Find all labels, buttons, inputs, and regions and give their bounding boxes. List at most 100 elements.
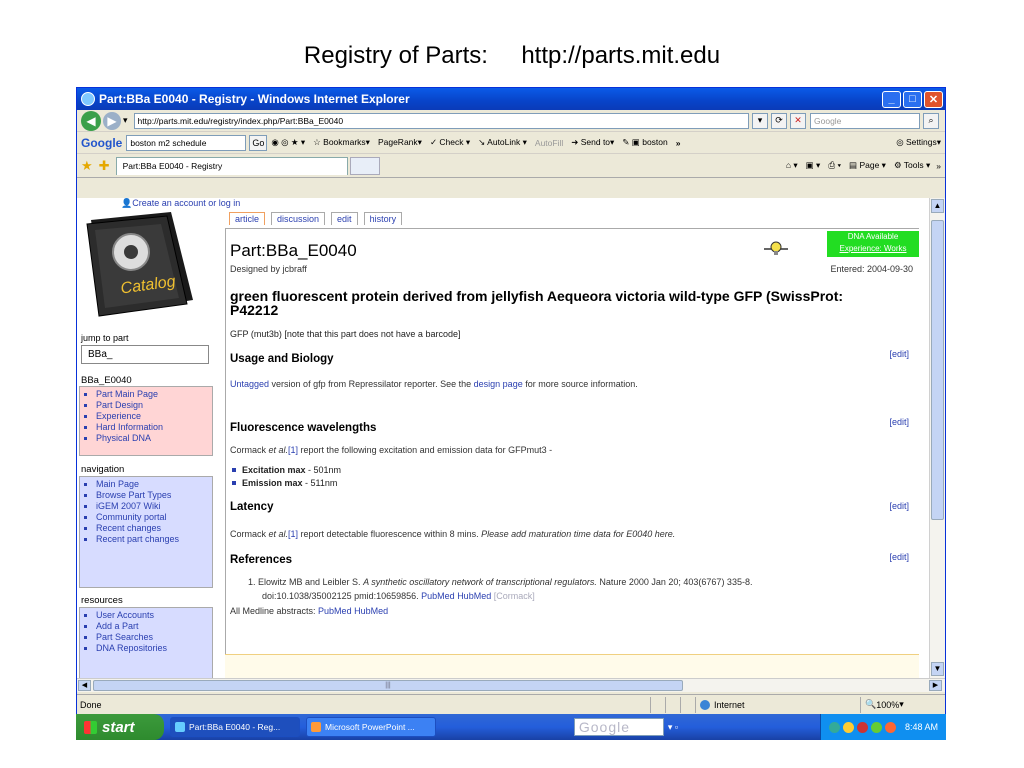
- sendto-button[interactable]: ➜ Send to▾: [571, 137, 614, 148]
- edit-fluorescence-link[interactable]: [edit]: [889, 417, 909, 427]
- res-add-part[interactable]: Add a Part: [96, 621, 208, 632]
- google-search-value: boston m2 schedule: [130, 137, 207, 148]
- powerpoint-icon: [311, 722, 321, 732]
- tray-shield-icon[interactable]: [842, 721, 854, 733]
- resources-box: User Accounts Add a Part Part Searches D…: [79, 607, 213, 678]
- fluorescence-text: Cormack et al.[1] report the following e…: [230, 445, 553, 455]
- browser-tab-active[interactable]: Part:BBa E0040 - Registry: [115, 156, 348, 175]
- tray-firefox-icon[interactable]: [884, 721, 896, 733]
- more-button[interactable]: »: [676, 138, 681, 148]
- edit-latency-link[interactable]: [edit]: [889, 501, 909, 511]
- close-button[interactable]: ✕: [924, 90, 943, 108]
- tab-article[interactable]: article: [229, 212, 266, 225]
- scroll-down-arrow[interactable]: ▼: [931, 662, 944, 676]
- maximize-button[interactable]: □: [903, 90, 922, 108]
- sidebar-part-design[interactable]: Part Design: [96, 400, 208, 411]
- edit-references-link[interactable]: [edit]: [889, 552, 909, 562]
- forward-button[interactable]: ▶: [103, 111, 121, 130]
- nav-recent-part-changes[interactable]: Recent part changes: [96, 534, 208, 545]
- page-content: 👤Create an account or log in Catalog jum…: [77, 198, 929, 678]
- tab-history[interactable]: history: [363, 212, 403, 225]
- clock: 8:48 AM: [904, 722, 938, 732]
- google-search-field[interactable]: boston m2 schedule: [126, 134, 247, 151]
- nav-browse-part-types[interactable]: Browse Part Types: [96, 490, 208, 501]
- catalog-book-logo[interactable]: Catalog: [83, 210, 198, 318]
- taskbar-powerpoint[interactable]: Microsoft PowerPoint ...: [306, 717, 436, 737]
- search-input[interactable]: Google: [810, 112, 920, 129]
- tools-menu[interactable]: ⚙ Tools ▾: [894, 160, 930, 171]
- bookmarks-button[interactable]: ☆ Bookmarks▾: [313, 137, 370, 148]
- res-part-searches[interactable]: Part Searches: [96, 632, 208, 643]
- ref-cormack-link[interactable]: [Cormack]: [494, 591, 535, 601]
- boston-button[interactable]: ✎ ▣ boston: [622, 137, 667, 148]
- check-button[interactable]: ✓ Check ▾: [430, 137, 470, 148]
- nav-main-page[interactable]: Main Page: [96, 479, 208, 490]
- tray-app-icon[interactable]: [856, 721, 868, 733]
- design-page-link[interactable]: design page: [474, 379, 523, 389]
- home-icon[interactable]: ⌂ ▾: [786, 160, 798, 171]
- search-button[interactable]: ⌕: [923, 112, 939, 129]
- references-heading: References: [230, 554, 293, 566]
- nav-community-portal[interactable]: Community portal: [96, 512, 208, 523]
- scroll-up-arrow[interactable]: ▲: [931, 199, 944, 213]
- address-bar[interactable]: http://parts.mit.edu/registry/index.php/…: [133, 112, 749, 129]
- autolink-button[interactable]: ↘ AutoLink ▾: [478, 137, 527, 148]
- command-overflow[interactable]: »: [936, 161, 941, 171]
- vertical-scroll-thumb[interactable]: [931, 220, 944, 520]
- medline-pubmed-link[interactable]: PubMed: [318, 606, 352, 616]
- favorites-star-icon[interactable]: ★: [81, 158, 93, 174]
- stop-button[interactable]: ✕: [790, 112, 806, 129]
- add-favorites-icon[interactable]: ✚: [99, 158, 110, 174]
- horizontal-scrollbar[interactable]: ◀ ||| ▶: [77, 678, 945, 692]
- latency-text: Cormack et al.[1] report detectable fluo…: [230, 529, 676, 539]
- feeds-icon[interactable]: ▣ ▾: [806, 160, 821, 171]
- tray-chrome-icon[interactable]: [870, 721, 882, 733]
- jump-to-part-input[interactable]: BBa_: [81, 345, 209, 364]
- tray-network-icon[interactable]: [828, 721, 840, 733]
- scroll-left-arrow[interactable]: ◀: [78, 680, 91, 691]
- vertical-scrollbar[interactable]: ▲ ▼: [929, 198, 945, 678]
- back-button[interactable]: ◀: [81, 110, 101, 131]
- settings-button[interactable]: ◎ Settings▾: [896, 137, 941, 148]
- pagerank-button[interactable]: PageRank▾: [378, 137, 422, 148]
- sidebar-physical-dna[interactable]: Physical DNA: [96, 433, 208, 444]
- zoom-control[interactable]: 🔍 100% ▾: [860, 696, 945, 713]
- ref-link-1[interactable]: [1]: [288, 445, 298, 455]
- page-menu[interactable]: ▤ Page ▾: [849, 160, 886, 171]
- history-dropdown-icon[interactable]: ▾: [123, 115, 128, 126]
- nav-igem-wiki[interactable]: iGEM 2007 Wiki: [96, 501, 208, 512]
- res-dna-repositories[interactable]: DNA Repositories: [96, 643, 208, 654]
- horizontal-scroll-thumb[interactable]: |||: [93, 680, 683, 691]
- res-user-accounts[interactable]: User Accounts: [96, 610, 208, 621]
- refresh-button[interactable]: ⟳: [771, 112, 787, 129]
- desktop-search-dropdown[interactable]: ▾ ▫: [668, 722, 678, 733]
- ref-hubmed-link[interactable]: HubMed: [457, 591, 491, 601]
- print-icon[interactable]: ⎙ ▾: [828, 160, 841, 171]
- google-desktop-search[interactable]: Google: [573, 718, 664, 736]
- minimize-button[interactable]: _: [882, 90, 901, 108]
- google-go-button[interactable]: Go: [249, 134, 268, 151]
- ref-link-2[interactable]: [1]: [288, 529, 298, 539]
- sidebar-part-main-page[interactable]: Part Main Page: [96, 389, 208, 400]
- scroll-right-arrow[interactable]: ▶: [929, 680, 942, 691]
- medline-hubmed-link[interactable]: HubMed: [354, 606, 388, 616]
- account-link[interactable]: 👤Create an account or log in: [121, 198, 240, 209]
- google-logo: Google: [81, 135, 123, 150]
- tab-discussion[interactable]: discussion: [271, 212, 326, 225]
- tab-edit[interactable]: edit: [331, 212, 358, 225]
- window-titlebar[interactable]: Part:BBa E0040 - Registry - Windows Inte…: [77, 88, 945, 110]
- sidebar-hard-information[interactable]: Hard Information: [96, 422, 208, 433]
- nav-recent-changes[interactable]: Recent changes: [96, 523, 208, 534]
- sidebar-experience[interactable]: Experience: [96, 411, 208, 422]
- page-title: Part:BBa_E0040: [230, 241, 357, 260]
- experience-works-text[interactable]: Experience: Works: [827, 243, 919, 255]
- new-tab-button[interactable]: [349, 156, 380, 175]
- taskbar-ie-window[interactable]: Part:BBa E0040 - Reg...: [170, 717, 300, 737]
- start-button[interactable]: start: [76, 714, 164, 740]
- address-dropdown-button[interactable]: ▾: [752, 112, 768, 129]
- autofill-button[interactable]: AutoFill: [535, 138, 563, 148]
- ref-pubmed-link[interactable]: PubMed: [421, 591, 455, 601]
- untagged-link[interactable]: Untagged: [230, 379, 269, 389]
- toolbar-icons[interactable]: ◉ ◎ ★ ▾: [271, 137, 305, 148]
- edit-usage-link[interactable]: [edit]: [889, 349, 909, 359]
